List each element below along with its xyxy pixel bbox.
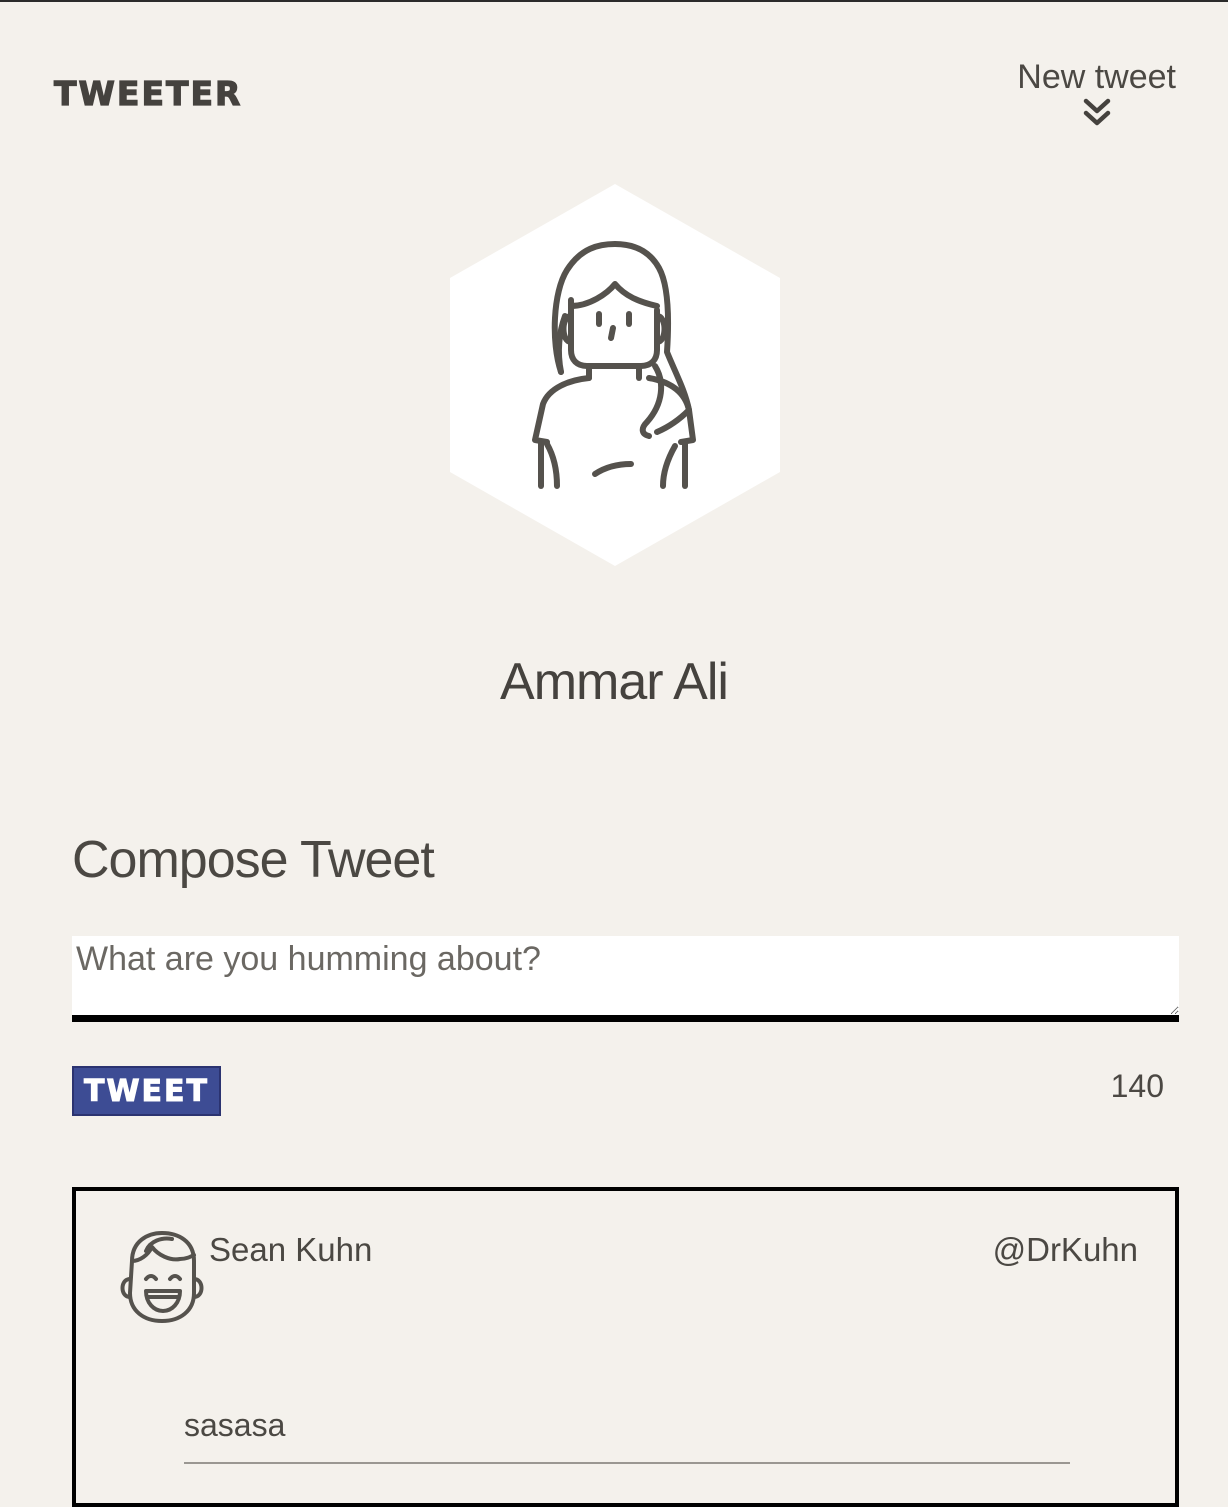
double-chevron-down-icon[interactable] [1082, 97, 1112, 129]
compose-section: Compose Tweet TWEET 140 [72, 830, 1179, 1116]
woman-avatar-icon [450, 184, 780, 566]
smiling-man-avatar-icon [120, 1231, 204, 1323]
char-counter: 140 [1110, 1068, 1164, 1104]
tweet-card: Sean Kuhn @DrKuhn sasasa [72, 1187, 1179, 1507]
tweet-author-handle[interactable]: @DrKuhn [993, 1231, 1138, 1269]
new-tweet-label[interactable]: New tweet [1017, 58, 1176, 97]
compose-title: Compose Tweet [72, 831, 435, 889]
brand-logo[interactable]: TWEETER [53, 73, 242, 113]
tweet-button[interactable]: TWEET [72, 1066, 221, 1116]
tweet-text-input[interactable] [72, 936, 1179, 1022]
new-tweet-toggle[interactable]: New tweet [1017, 58, 1176, 129]
profile-name: Ammar Ali [500, 653, 729, 711]
tweet-content: sasasa [184, 1407, 1070, 1464]
top-nav: TWEETER New tweet [0, 2, 1228, 162]
tweet-author-name[interactable]: Sean Kuhn [209, 1231, 372, 1269]
